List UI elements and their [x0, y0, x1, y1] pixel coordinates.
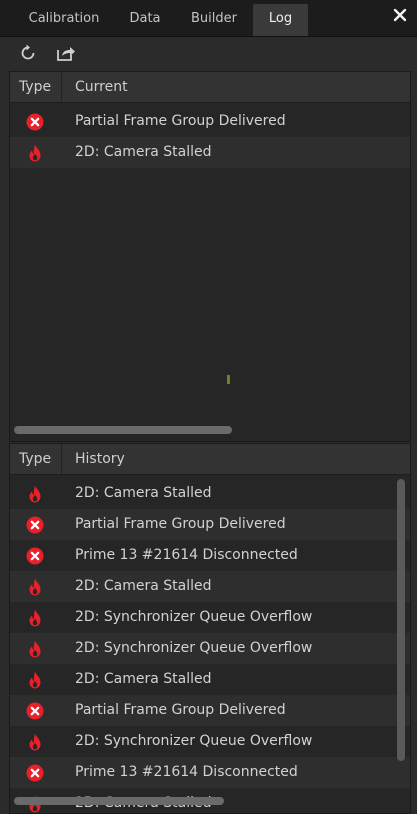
current-horizontal-scrollbar[interactable]	[14, 426, 232, 434]
fire-icon	[29, 485, 41, 503]
toolbar	[0, 37, 417, 69]
row-message: Partial Frame Group Delivered	[75, 113, 286, 129]
column-separator	[61, 444, 62, 474]
row-message: Prime 13 #21614 Disconnected	[75, 547, 298, 563]
history-log-row[interactable]: 2D: Synchronizer Queue Overflow	[10, 726, 410, 757]
history-log-panel: Type History 2D: Camera Stalled Partial F…	[9, 443, 411, 814]
history-log-row[interactable]: Partial Frame Group Delivered	[10, 509, 410, 540]
error-icon	[26, 516, 44, 534]
tab-bar: Calibration Data Builder Log	[0, 0, 417, 37]
cursor-marker	[227, 375, 230, 384]
refresh-icon[interactable]	[16, 41, 40, 65]
history-log-row[interactable]: 2D: Camera Stalled	[10, 664, 410, 695]
row-message: 2D: Camera Stalled	[75, 485, 212, 501]
row-message: 2D: Camera Stalled	[75, 578, 212, 594]
column-type[interactable]: Type	[19, 444, 51, 474]
error-icon	[26, 764, 44, 782]
fire-icon	[29, 733, 41, 751]
column-separator	[61, 72, 62, 102]
history-log-row[interactable]: 2D: Camera Stalled	[10, 478, 410, 509]
tab-log[interactable]: Log	[253, 4, 308, 36]
current-header: Type Current	[10, 72, 410, 103]
row-message: Prime 13 #21614 Disconnected	[75, 764, 298, 780]
fire-icon	[29, 609, 41, 627]
row-message: 2D: Synchronizer Queue Overflow	[75, 640, 313, 656]
current-log-panel: Type Current Partial Frame Group Deliver…	[9, 71, 411, 442]
fire-icon	[29, 671, 41, 689]
export-icon[interactable]	[54, 41, 78, 65]
row-message: 2D: Synchronizer Queue Overflow	[75, 609, 313, 625]
column-history[interactable]: History	[75, 444, 125, 474]
current-log-row[interactable]: 2D: Camera Stalled	[10, 137, 410, 168]
current-log-row[interactable]: Partial Frame Group Delivered	[10, 106, 410, 137]
column-current[interactable]: Current	[75, 72, 128, 102]
history-log-row[interactable]: Prime 13 #21614 Disconnected	[10, 757, 410, 788]
fire-icon	[29, 144, 41, 162]
column-type[interactable]: Type	[19, 72, 51, 102]
error-icon	[26, 702, 44, 720]
fire-icon	[29, 640, 41, 658]
tab-builder[interactable]: Builder	[180, 4, 248, 36]
history-log-row[interactable]: 2D: Synchronizer Queue Overflow	[10, 633, 410, 664]
tab-data[interactable]: Data	[114, 4, 176, 36]
fire-icon	[29, 578, 41, 596]
tab-calibration[interactable]: Calibration	[18, 4, 110, 36]
history-vertical-scrollbar[interactable]	[397, 479, 405, 761]
error-icon	[26, 113, 44, 131]
history-horizontal-scrollbar[interactable]	[14, 797, 224, 805]
history-log-row[interactable]: 2D: Camera Stalled	[10, 571, 410, 602]
row-message: Partial Frame Group Delivered	[75, 516, 286, 532]
history-log-row[interactable]: Partial Frame Group Delivered	[10, 695, 410, 726]
row-message: 2D: Camera Stalled	[75, 144, 212, 160]
row-message: Partial Frame Group Delivered	[75, 702, 286, 718]
history-log-row[interactable]: Prime 13 #21614 Disconnected	[10, 540, 410, 571]
close-icon[interactable]	[393, 8, 407, 22]
history-header: Type History	[10, 444, 410, 475]
row-message: 2D: Camera Stalled	[75, 671, 212, 687]
row-message: 2D: Synchronizer Queue Overflow	[75, 733, 313, 749]
error-icon	[26, 547, 44, 565]
history-log-row[interactable]: 2D: Synchronizer Queue Overflow	[10, 602, 410, 633]
